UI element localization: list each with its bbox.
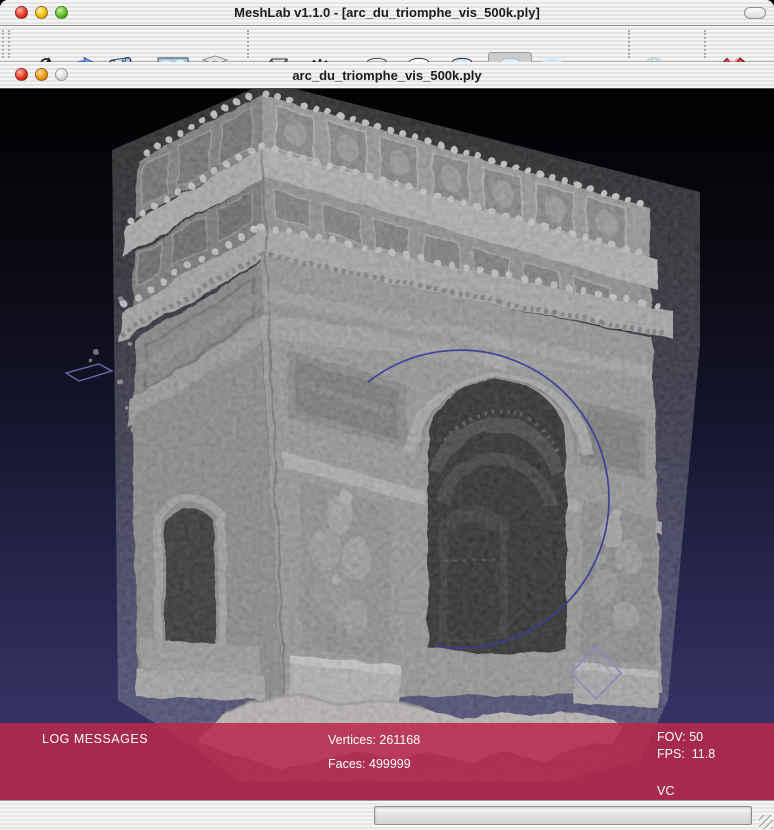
fov-value: 50 xyxy=(689,730,703,744)
fps-stat: FPS: 11.8 xyxy=(657,747,715,761)
toolbar-separator xyxy=(247,30,250,58)
viewport-canvas[interactable] xyxy=(0,89,774,800)
vertices-label: Vertices: xyxy=(328,733,376,747)
fps-label: FPS: xyxy=(657,747,685,761)
collapse-widget[interactable] xyxy=(744,7,766,19)
title-bar[interactable]: MeshLab v1.1.0 - [arc_du_triomphe_vis_50… xyxy=(0,0,774,26)
resize-grip[interactable] xyxy=(759,815,773,829)
fov-stat: FOV: 50 xyxy=(657,730,703,744)
toolbar-drag-handle[interactable] xyxy=(8,30,11,58)
color-mode-indicator: VC xyxy=(657,784,674,798)
faces-label: Faces: xyxy=(328,757,366,771)
faces-stat: Faces: 499999 xyxy=(328,757,411,771)
gl-viewport[interactable] xyxy=(0,89,774,800)
toolbar-separator xyxy=(704,30,707,58)
vertices-value: 261168 xyxy=(379,733,420,747)
trackball-handle-dot xyxy=(598,665,601,668)
log-title: LOG MESSAGES xyxy=(42,732,148,746)
mesh-grain-texture xyxy=(110,89,710,782)
toolbar-separator xyxy=(628,30,631,58)
status-bar xyxy=(0,800,774,830)
log-overlay-bar: LOG MESSAGES Vertices: 261168 Faces: 499… xyxy=(0,723,774,800)
fov-label: FOV: xyxy=(657,730,686,744)
meshlab-window: MeshLab v1.1.0 - [arc_du_triomphe_vis_50… xyxy=(0,0,774,830)
vertices-stat: Vertices: 261168 xyxy=(328,733,420,747)
fps-value: 11.8 xyxy=(692,747,715,761)
document-title-bar[interactable]: arc_du_triomphe_vis_500k.ply xyxy=(0,62,774,89)
document-title: arc_du_triomphe_vis_500k.ply xyxy=(0,68,774,83)
toolbar-drag-handle[interactable] xyxy=(2,30,5,58)
faces-value: 499999 xyxy=(369,757,411,771)
progress-bar xyxy=(374,806,752,825)
toolbar: » » » xyxy=(0,26,774,62)
window-title: MeshLab v1.1.0 - [arc_du_triomphe_vis_50… xyxy=(0,5,774,20)
trackball-handle-left[interactable] xyxy=(66,364,112,381)
